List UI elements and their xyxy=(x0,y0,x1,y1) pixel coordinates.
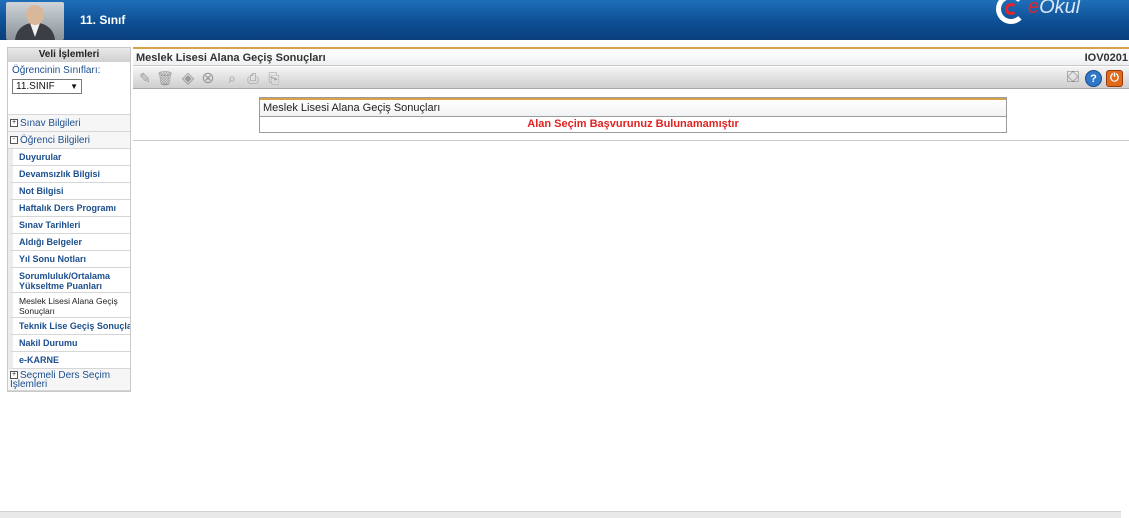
logo-text-e: e xyxy=(1028,0,1040,18)
delete-bin-icon[interactable]: 🗑 xyxy=(156,70,174,86)
class-selector-block: Öğrencinin Sınıfları: 11.SINIF ▼ xyxy=(8,62,130,115)
export-icon[interactable]: ⛋ xyxy=(1065,69,1081,86)
sidebar-item-aldigi-belgeler[interactable]: Aldığı Belgeler xyxy=(8,234,130,251)
page-title: Meslek Lisesi Alana Geçiş Sonuçları xyxy=(136,52,326,64)
sidebar: Veli İşlemleri Öğrencinin Sınıfları: 11.… xyxy=(7,47,131,392)
class-title: 11. Sınıf xyxy=(80,13,126,27)
sidebar-item-duyurular[interactable]: Duyurular xyxy=(8,149,130,166)
toolbar: ✎ 🗑 ◈ ⊗ ⌕ ⎙ ⎘ ⛋ ? ⏻ xyxy=(133,67,1129,89)
edit-pencil-icon[interactable]: ✎ xyxy=(137,70,153,86)
cancel-x-icon[interactable]: ⊗ xyxy=(200,70,216,87)
sidebar-heading: Veli İşlemleri xyxy=(8,48,130,62)
collapse-icon: - xyxy=(10,136,18,145)
sidebar-item-sorumluluk[interactable]: Sorumluluk/Ortalama Yükseltme Puanları xyxy=(8,268,130,293)
print-icon[interactable]: ⎙ xyxy=(245,70,261,86)
content-panel: Meslek Lisesi Alana Geçiş Sonuçları Alan… xyxy=(133,90,1129,141)
header-banner: 11. Sınıf eOkul xyxy=(0,0,1129,40)
result-box-title: Meslek Lisesi Alana Geçiş Sonuçları xyxy=(260,98,1006,117)
sidebar-item-teknik-lise[interactable]: Teknik Lise Geçiş Sonuçları xyxy=(8,318,130,335)
class-label: Öğrencinin Sınıfları: xyxy=(12,65,101,76)
help-icon[interactable]: ? xyxy=(1085,70,1102,87)
menu-group-label: Öğrenci Bilgileri xyxy=(20,135,91,146)
page-code: IOV0201 xyxy=(1084,52,1128,64)
menu-group-label: Seçmeli Ders Seçim İşlemleri xyxy=(10,370,111,390)
menu-group-ogrenci-bilgileri[interactable]: - Öğrenci Bilgileri xyxy=(8,132,130,149)
eokul-logo: eOkul xyxy=(996,0,1129,34)
search-magnifier-icon[interactable]: ⌕ xyxy=(224,70,240,86)
sidebar-item-nakil-durumu[interactable]: Nakil Durumu xyxy=(8,335,130,352)
page-title-bar: Meslek Lisesi Alana Geçiş Sonuçları IOV0… xyxy=(133,47,1129,66)
student-avatar xyxy=(6,2,64,40)
save-diamond-icon[interactable]: ◈ xyxy=(180,70,196,87)
sidebar-item-sinav-tarihleri[interactable]: Sınav Tarihleri xyxy=(8,217,130,234)
menu-group-label: Sınav Bilgileri xyxy=(20,118,81,129)
class-select-value: 11.SINIF xyxy=(16,81,55,92)
sidebar-item-yil-sonu-notlari[interactable]: Yıl Sonu Notları xyxy=(8,251,130,268)
sidebar-item-meslek-lisesi[interactable]: Meslek Lisesi Alana Geçiş Sonuçları xyxy=(8,293,130,318)
menu-group-sinav-bilgileri[interactable]: + Sınav Bilgileri xyxy=(8,115,130,132)
class-select[interactable]: 11.SINIF ▼ xyxy=(12,79,82,94)
result-box: Meslek Lisesi Alana Geçiş Sonuçları Alan… xyxy=(259,97,1007,133)
print-preview-icon[interactable]: ⎘ xyxy=(266,70,282,86)
expand-icon: + xyxy=(10,119,18,128)
sidebar-item-e-karne[interactable]: e-KARNE xyxy=(8,352,130,369)
exit-icon[interactable]: ⏻ xyxy=(1106,70,1123,87)
sidebar-item-ders-programi[interactable]: Haftalık Ders Programı xyxy=(8,200,130,217)
result-message: Alan Seçim Başvurunuz Bulunamamıştır xyxy=(527,118,739,130)
sidebar-item-devamsizlik[interactable]: Devamsızlık Bilgisi xyxy=(8,166,130,183)
menu-group-secmeli-ders[interactable]: + Seçmeli Ders Seçim İşlemleri xyxy=(8,369,130,391)
sidebar-item-not-bilgisi[interactable]: Not Bilgisi xyxy=(8,183,130,200)
horizontal-scrollbar[interactable] xyxy=(0,511,1121,518)
logo-text: Okul xyxy=(1039,0,1081,18)
dropdown-arrow-icon: ▼ xyxy=(70,82,78,91)
